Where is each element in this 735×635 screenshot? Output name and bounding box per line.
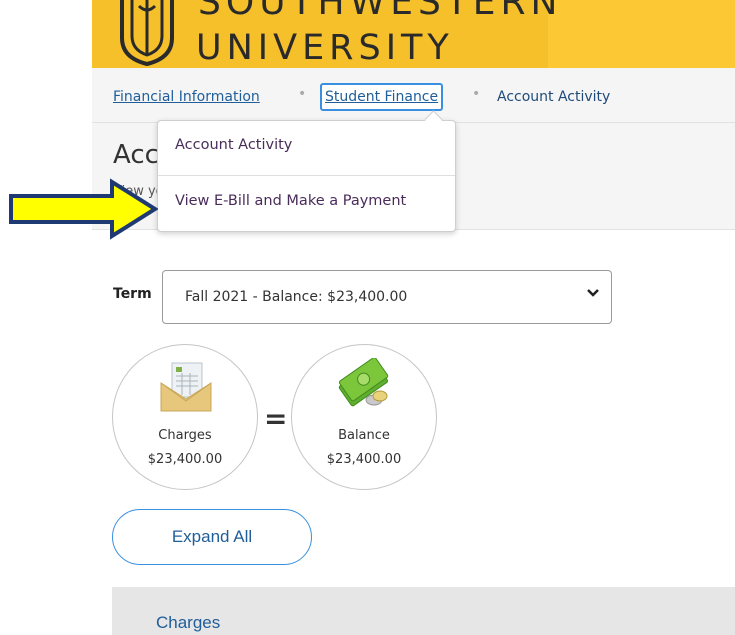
wordmark-university: UNIVERSITY <box>196 28 454 68</box>
charges-label: Charges <box>158 428 212 443</box>
menu-item-view-ebill[interactable]: View E-Bill and Make a Payment <box>175 193 406 209</box>
balance-amount: $23,400.00 <box>326 452 402 467</box>
breadcrumb-separator: • <box>298 86 307 102</box>
breadcrumb-student-finance[interactable]: Student Finance <box>320 83 444 111</box>
breadcrumb-financial-information[interactable]: Financial Information <box>113 88 260 106</box>
expand-all-button[interactable]: Expand All <box>112 509 312 565</box>
university-shield-logo-icon[interactable] <box>112 0 182 66</box>
balance-label: Balance <box>338 428 390 443</box>
charges-section-title[interactable]: Charges <box>156 613 220 633</box>
chevron-down-icon[interactable] <box>586 287 600 299</box>
invoice-envelope-icon <box>160 362 212 412</box>
menu-divider <box>158 175 455 176</box>
wordmark-southwestern: SOUTHWESTERN <box>198 0 563 23</box>
breadcrumb-separator: • <box>472 86 481 102</box>
equals-sign: = <box>264 402 288 435</box>
money-cash-icon <box>338 358 389 407</box>
left-margin <box>0 0 92 635</box>
pointer-arrow-icon <box>9 178 158 240</box>
term-label: Term <box>113 286 152 302</box>
student-finance-dropdown: Account Activity View E-Bill and Make a … <box>157 120 456 232</box>
charges-amount: $23,400.00 <box>147 452 223 467</box>
breadcrumb-account-activity[interactable]: Account Activity <box>497 88 610 106</box>
term-selected-value[interactable]: Fall 2021 - Balance: $23,400.00 <box>185 289 407 305</box>
menu-item-account-activity[interactable]: Account Activity <box>175 137 292 153</box>
page-title: Account Activity <box>113 140 157 170</box>
